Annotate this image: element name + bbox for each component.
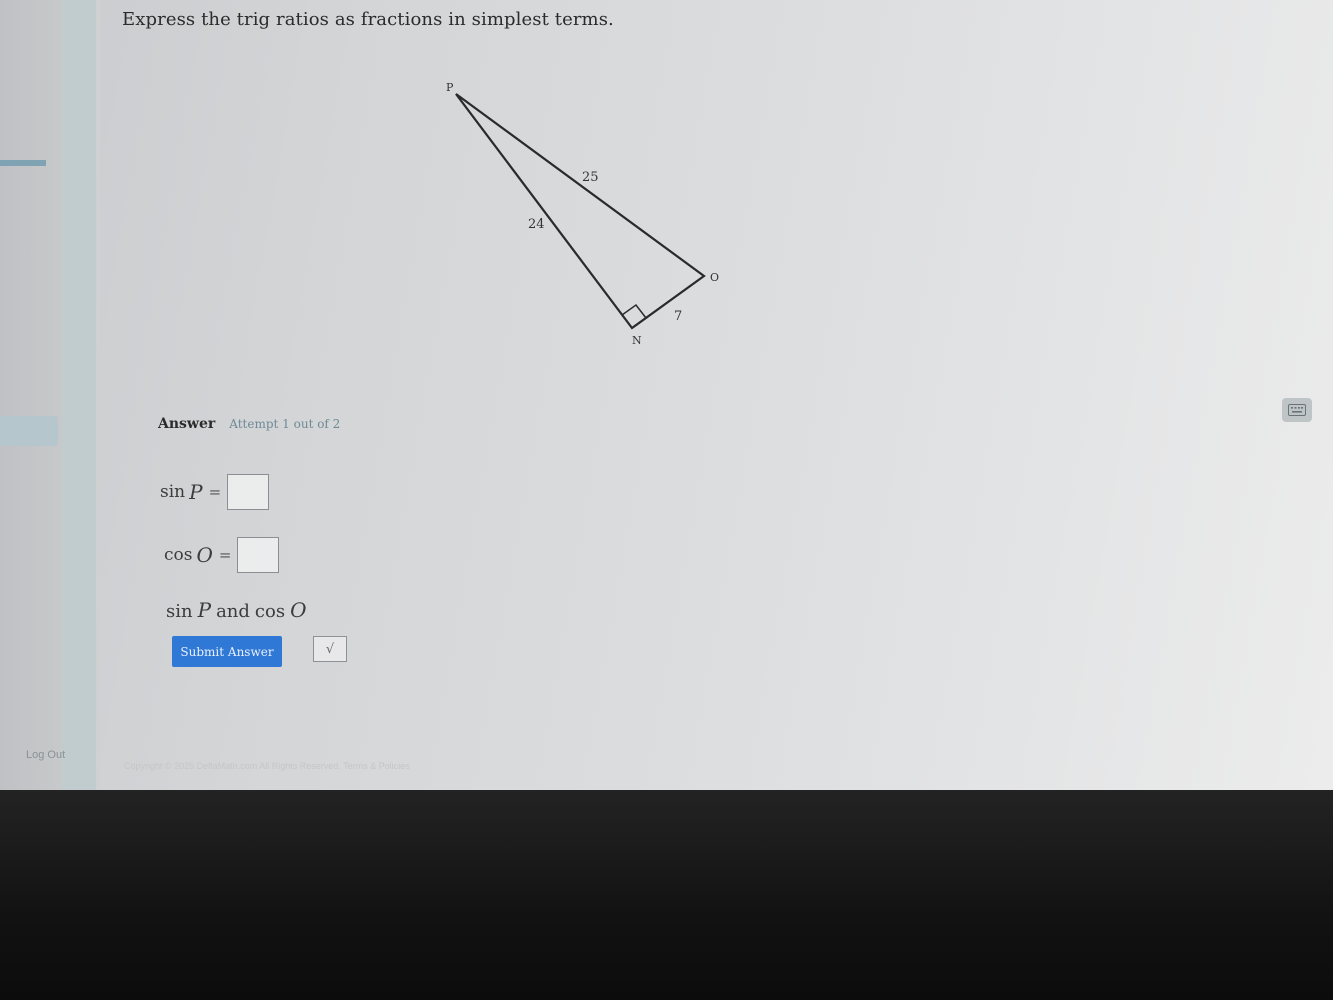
answer-label: Answer — [158, 416, 216, 432]
submit-answer-button[interactable]: Submit Answer — [172, 636, 282, 667]
answer-header: Answer Attempt 1 out of 2 — [158, 416, 340, 432]
relation-var1: P — [197, 598, 212, 622]
sidebar-active-indicator — [0, 160, 46, 166]
cos-variable: O — [196, 543, 213, 567]
equals-sign: = — [218, 546, 232, 564]
main-content: Express the trig ratios as fractions in … — [100, 0, 1333, 790]
cos-function-label: cos — [164, 545, 193, 565]
vertex-label-p: P — [446, 81, 454, 94]
attempt-counter: Attempt 1 out of 2 — [229, 417, 341, 431]
screen: Log Out Express the trig ratios as fract… — [0, 0, 1333, 790]
sqrt-button[interactable]: √ — [313, 636, 347, 662]
sin-p-answer-input[interactable] — [227, 474, 270, 510]
keyboard-toggle-button[interactable] — [1282, 398, 1312, 422]
keyboard-icon — [1288, 404, 1306, 416]
sqrt-icon: √ — [325, 641, 335, 657]
monitor-bezel — [0, 790, 1333, 1000]
triangle-diagram: P O N 24 25 7 — [446, 81, 719, 347]
sin-function-label: sin — [160, 482, 186, 502]
equals-sign: = — [208, 483, 222, 501]
sin-variable: P — [189, 480, 203, 504]
right-angle-marker — [621, 303, 647, 319]
sidebar-strip — [62, 0, 96, 790]
sin-p-equation: sin P = — [160, 474, 270, 510]
side-label-no: 7 — [674, 309, 682, 324]
vertex-label-o: O — [710, 271, 719, 284]
relation-fn2: cos — [254, 601, 286, 622]
cos-o-equation: cos O = — [164, 537, 280, 573]
side-label-pn: 24 — [528, 217, 545, 232]
side-label-po: 25 — [582, 170, 599, 185]
relation-and: and — [216, 601, 250, 622]
sidebar-item-current[interactable] — [0, 416, 58, 446]
logout-link[interactable]: Log Out — [26, 749, 65, 761]
vertex-label-n: N — [632, 334, 642, 347]
relation-var2: O — [290, 598, 307, 622]
triangle-shape — [455, 93, 706, 330]
cos-o-answer-input[interactable] — [237, 537, 280, 573]
footer-copyright: Copyright © 2025 DeltaMath.com All Right… — [124, 761, 410, 771]
sidebar: Log Out — [0, 0, 100, 790]
relation-question: sin P and cos O — [166, 598, 306, 622]
relation-fn1: sin — [166, 601, 193, 622]
